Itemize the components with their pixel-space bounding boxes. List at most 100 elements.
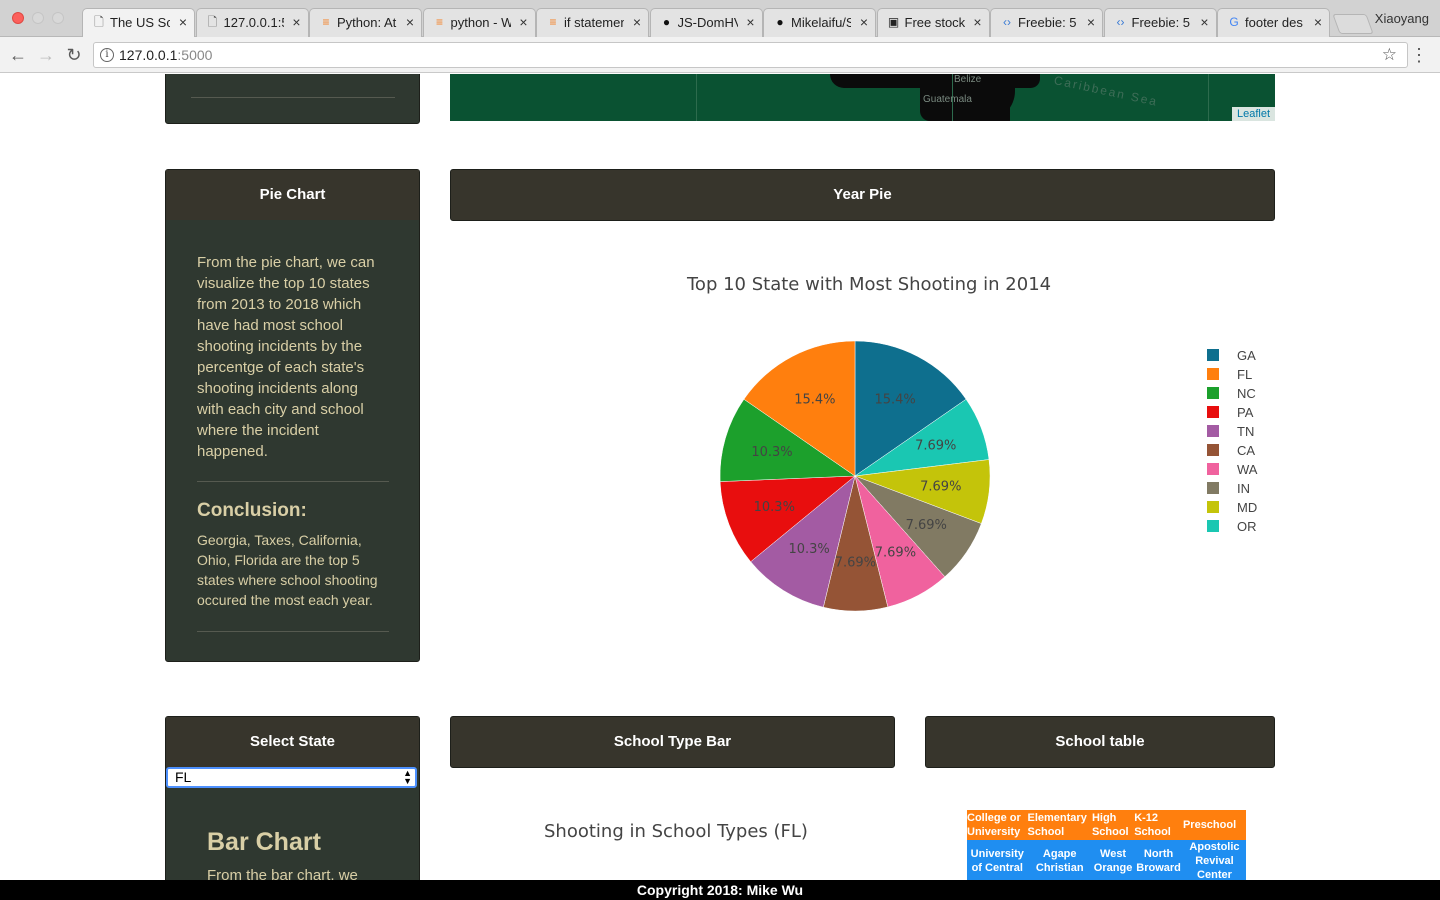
page-icon: 🗋 [207, 15, 218, 29]
close-tab-icon[interactable]: × [1314, 14, 1322, 30]
tab-title: The US Sc [110, 15, 170, 30]
close-tab-icon[interactable]: × [633, 14, 641, 30]
legend-swatch [1207, 463, 1219, 475]
table-column-header: Preschool [1182, 810, 1246, 840]
page-content: Belize Guatemala Caribbean Sea Leaflet P… [0, 74, 1440, 880]
legend-label: GA [1237, 348, 1256, 363]
bar-chart-heading: Bar Chart [207, 828, 321, 856]
legend-swatch [1207, 501, 1219, 513]
table-cell: University of Central [967, 840, 1028, 880]
close-tab-icon[interactable]: × [292, 14, 300, 30]
page-footer: Copyright 2018: Mike Wu [0, 880, 1440, 900]
browser-tab[interactable]: ≡ if statemen × [536, 8, 649, 37]
leaflet-map[interactable]: Belize Guatemala Caribbean Sea Leaflet [450, 74, 1275, 121]
browser-tab[interactable]: ● Mikelaifu/S × [763, 8, 876, 37]
page-icon: 🗋 [94, 15, 104, 29]
legend-swatch [1207, 482, 1219, 494]
tab-title: JS-DomHV [677, 15, 738, 30]
close-tab-icon[interactable]: × [519, 14, 527, 30]
legend-swatch [1207, 444, 1219, 456]
address-bar[interactable]: i 127.0.0.1:5000 ☆ [93, 42, 1408, 68]
new-tab-button[interactable] [1332, 14, 1374, 34]
tab-title: python - W [450, 15, 511, 30]
divider [197, 631, 389, 632]
table-column-header: Elementary School [1027, 810, 1092, 840]
browser-tab[interactable]: ≡ Python: At × [309, 8, 422, 37]
legend-label: MD [1237, 500, 1258, 515]
browser-tab[interactable]: Gfooter des × [1217, 8, 1330, 37]
legend-label: CA [1237, 443, 1256, 458]
stackoverflow-icon: ≡ [322, 15, 330, 29]
divider [191, 97, 395, 98]
table-cell: Agape Christian [1027, 840, 1092, 880]
code-icon: ‹› [1116, 15, 1125, 29]
bookmark-star-icon[interactable]: ☆ [1382, 45, 1397, 65]
profile-name[interactable]: Xiaoyang [1375, 11, 1429, 26]
browser-tab[interactable]: ● JS-DomHV × [649, 8, 763, 37]
stackoverflow-icon: ≡ [549, 15, 557, 29]
tab-title: Mikelaifu/S [791, 15, 851, 30]
google-icon: G [1229, 15, 1239, 29]
close-tab-icon[interactable]: × [1200, 14, 1208, 30]
conclusion-title: Conclusion: [197, 500, 307, 521]
map-gridline [1208, 74, 1209, 121]
legend-swatch [1207, 349, 1219, 361]
pie-slice-label: 7.69% [915, 438, 956, 453]
minimize-window-button[interactable] [32, 12, 44, 24]
school-table-header: School table [925, 716, 1275, 768]
legend-label: OR [1237, 519, 1257, 534]
pie-slice-label: 7.69% [906, 518, 947, 533]
info-icon[interactable]: i [100, 48, 114, 62]
pie-slice-label: 15.4% [794, 392, 835, 407]
map-label: Guatemala [923, 94, 972, 105]
table-row: University of Central Agape Christian West… [967, 840, 1246, 880]
camera-icon: ▣ [887, 15, 900, 29]
close-tab-icon[interactable]: × [179, 14, 187, 30]
leaflet-attribution-link[interactable]: Leaflet [1231, 107, 1275, 121]
browser-menu-icon[interactable]: ⋮ [1410, 45, 1428, 65]
map-label: Caribbean Sea [1052, 74, 1160, 109]
github-icon: ● [662, 15, 671, 29]
back-icon[interactable]: ← [7, 44, 29, 66]
forward-icon[interactable]: → [35, 44, 57, 66]
close-window-button[interactable] [12, 12, 24, 24]
table-cell: Apostolic Revival Center [1182, 840, 1246, 880]
pie-slice-label: 7.69% [875, 545, 916, 560]
browser-tab[interactable]: ‹› Freebie: 5 × [1103, 8, 1217, 37]
tab-title: 127.0.0.1:5 [223, 15, 284, 30]
legend-label: WA [1237, 462, 1258, 477]
map-landmass [950, 104, 1010, 121]
legend-swatch [1207, 406, 1219, 418]
state-select[interactable]: FL ▲ ▼ [166, 767, 417, 788]
close-tab-icon[interactable]: × [860, 14, 868, 30]
divider [197, 481, 389, 482]
pie-slice-label: 10.3% [788, 542, 829, 557]
browser-tab[interactable]: 🗋 The US Sc × [82, 8, 195, 38]
zoom-window-button[interactable] [52, 12, 64, 24]
tab-title: Python: At [337, 15, 397, 30]
close-tab-icon[interactable]: × [406, 14, 414, 30]
bar-chart-title: Shooting in School Types (FL) [544, 821, 808, 842]
legend-label: NC [1237, 386, 1256, 401]
browser-tab[interactable]: ▣ Free stock × [876, 8, 990, 37]
browser-tab[interactable]: ‹› Freebie: 5 × [990, 8, 1103, 37]
browser-tab-bar: 🗋 The US Sc × 🗋 127.0.0.1:5 × ≡ Python: At × ≡ pyt… [0, 0, 1440, 38]
reload-icon[interactable]: ↻ [63, 44, 85, 66]
sidebar-panel-top [165, 74, 420, 124]
close-tab-icon[interactable]: × [746, 14, 754, 30]
close-tab-icon[interactable]: × [1087, 14, 1095, 30]
pie-slice-label: 10.3% [751, 445, 792, 460]
close-tab-icon[interactable]: × [973, 14, 981, 30]
browser-tab[interactable]: 🗋 127.0.0.1:5 × [195, 8, 309, 37]
pie-slice-label: 7.69% [920, 479, 961, 494]
code-icon: ‹› [1003, 15, 1011, 29]
browser-toolbar: ← → ↻ i 127.0.0.1:5000 ☆ ⋮ [0, 37, 1440, 73]
tab-title: Free stock [904, 15, 965, 30]
github-icon: ● [776, 15, 784, 29]
legend-swatch [1207, 425, 1219, 437]
url-host: 127.0.0.1 [119, 47, 178, 63]
browser-tab[interactable]: ≡ python - W × [422, 8, 536, 37]
tab-title: if statemen [564, 15, 624, 30]
pie-chart[interactable]: 15.4%7.69%7.69%7.69%7.69%7.69%10.3%10.3%… [700, 321, 1010, 631]
table-column-header: High School [1091, 810, 1135, 840]
